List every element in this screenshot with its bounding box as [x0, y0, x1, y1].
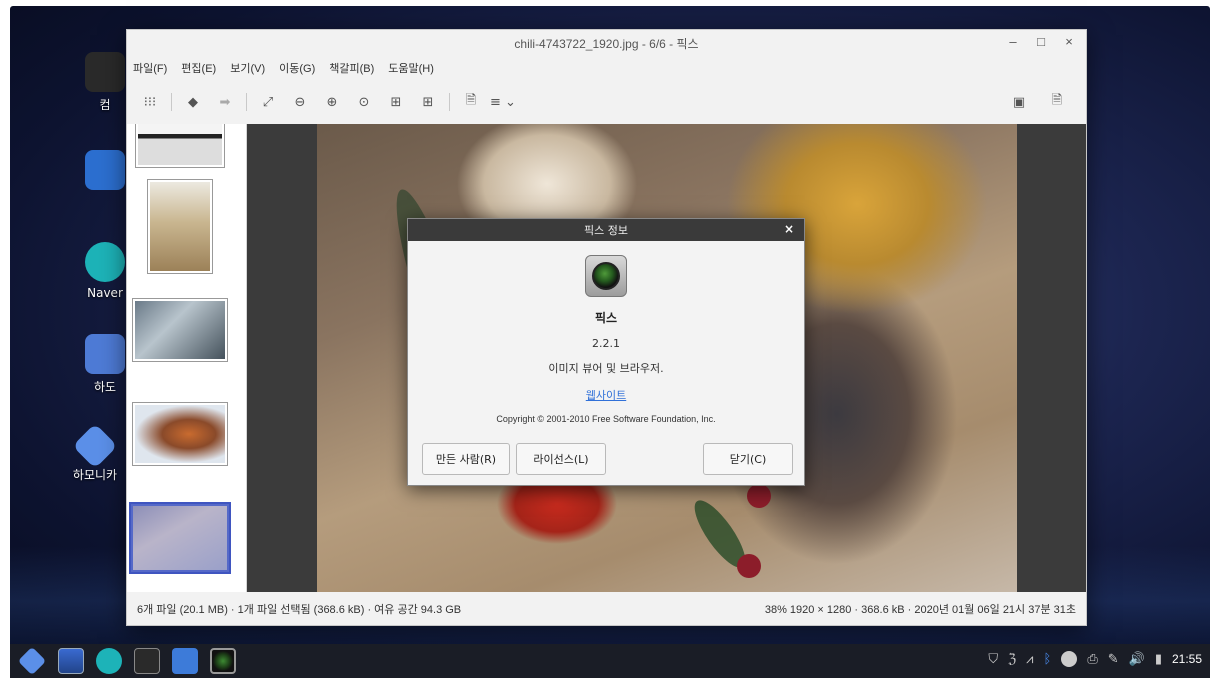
- copyright-text: Copyright © 2001-2010 Free Software Foun…: [496, 414, 716, 424]
- file-manager-icon[interactable]: [172, 648, 198, 674]
- thumbnail-item-selected[interactable]: [129, 502, 231, 574]
- camera-lens-icon: [592, 262, 620, 290]
- thumbnail-image: [135, 405, 225, 463]
- forward-arrow-icon[interactable]: ➡: [212, 89, 238, 115]
- status-left: 6개 파일 (20.1 MB) · 1개 파일 선택됨 (368.6 kB) ·…: [137, 603, 462, 616]
- naver-whale-icon: [85, 242, 125, 282]
- taskbar: ⛉ ℨ ⩘ ᛒ ⎙ ✎ 🔊 ▮ 21:55: [10, 644, 1210, 678]
- input-method-icon[interactable]: ℨ: [1008, 652, 1016, 667]
- network-icon[interactable]: ⩘: [1026, 652, 1033, 667]
- thumbnail-pane[interactable]: [127, 124, 247, 592]
- start-menu-icon[interactable]: [17, 646, 47, 676]
- image-info-icon[interactable]: 🗎: [458, 89, 484, 115]
- status-right: 38% 1920 × 1280 · 368.6 kB · 2020년 01월 0…: [764, 603, 1076, 616]
- menu-go[interactable]: 이동(G): [279, 60, 315, 76]
- system-tray: ⛉ ℨ ⩘ ᛒ ⎙ ✎ 🔊 ▮ 21:55: [988, 651, 1202, 667]
- close-button[interactable]: ×: [1062, 34, 1076, 50]
- terminal-icon[interactable]: [134, 648, 160, 674]
- app-camera-icon: [585, 255, 627, 297]
- menu-file[interactable]: 파일(F): [133, 60, 167, 76]
- document-icon[interactable]: 🗎: [1044, 89, 1070, 115]
- thumbnail-image: [133, 506, 227, 570]
- fullscreen-icon[interactable]: ⤢: [255, 89, 281, 115]
- clock[interactable]: 21:55: [1172, 652, 1202, 666]
- menu-more-icon[interactable]: ≡ ⌄: [490, 89, 516, 115]
- zoom-out-icon[interactable]: ⊖: [287, 89, 313, 115]
- browser-mode-icon[interactable]: ⁝⁝⁝: [137, 89, 163, 115]
- shield-icon[interactable]: ⛉: [988, 652, 998, 667]
- battery-icon[interactable]: ▮: [1155, 652, 1162, 667]
- pen-icon[interactable]: ✎: [1108, 652, 1119, 667]
- about-dialog: 픽스 정보 × 픽스 2.2.1 이미지 뷰어 및 브라우저. 웹사이트 Cop…: [407, 218, 805, 486]
- window-controls: – □ ×: [1006, 34, 1076, 50]
- dialog-close-icon[interactable]: ×: [784, 222, 794, 236]
- app-description: 이미지 뷰어 및 브라우저.: [548, 362, 664, 375]
- thumbnail-item[interactable]: [135, 124, 225, 168]
- zoom-fit-icon[interactable]: ⊙: [351, 89, 377, 115]
- home-folder-icon: [85, 150, 125, 190]
- app-version: 2.2.1: [592, 337, 620, 350]
- thumbnail-item[interactable]: [147, 179, 213, 274]
- zoom-100-icon[interactable]: ⊞: [383, 89, 409, 115]
- computer-icon: [85, 52, 125, 92]
- close-dialog-button[interactable]: 닫기(C): [703, 443, 793, 475]
- dialog-titlebar[interactable]: 픽스 정보 ×: [408, 219, 804, 241]
- bluetooth-icon[interactable]: ᛒ: [1044, 652, 1052, 667]
- toolbar-separator: [449, 93, 450, 111]
- thumbnail-item[interactable]: [132, 298, 228, 362]
- image-viewer-icon[interactable]: ▣: [1006, 89, 1032, 115]
- window-titlebar[interactable]: chili-4743722_1920.jpg - 6/6 - 픽스 – □ ×: [127, 30, 1086, 56]
- menubar: 파일(F) 편집(E) 보기(V) 이동(G) 책갈피(B) 도움말(H): [127, 56, 1086, 80]
- license-button[interactable]: 라이선스(L): [516, 443, 606, 475]
- thumbnail-item[interactable]: [132, 402, 228, 466]
- back-arrow-icon[interactable]: ◆: [180, 89, 206, 115]
- toolbar: ⁝⁝⁝ ◆ ➡ ⤢ ⊖ ⊕ ⊙ ⊞ ⊞ 🗎 ≡ ⌄ ▣ 🗎: [127, 80, 1086, 124]
- window-title: chili-4743722_1920.jpg - 6/6 - 픽스: [514, 36, 699, 51]
- photo-berry: [737, 554, 761, 578]
- image-viewer-task-icon[interactable]: [210, 648, 236, 674]
- harmonica-icon: [72, 423, 118, 469]
- minimize-button[interactable]: –: [1006, 34, 1020, 50]
- show-desktop-icon[interactable]: [58, 648, 84, 674]
- maximize-button[interactable]: □: [1034, 34, 1048, 50]
- status-bar: 6개 파일 (20.1 MB) · 1개 파일 선택됨 (368.6 kB) ·…: [127, 592, 1086, 625]
- menu-view[interactable]: 보기(V): [230, 60, 265, 76]
- thumbnail-image: [138, 124, 222, 165]
- thumbnail-image: [150, 182, 210, 271]
- notification-icon[interactable]: [1061, 651, 1078, 667]
- website-link[interactable]: 웹사이트: [408, 387, 804, 403]
- menu-help[interactable]: 도움말(H): [388, 60, 434, 76]
- menu-edit[interactable]: 편집(E): [181, 60, 216, 76]
- toolbar-separator: [246, 93, 247, 111]
- toolbar-right: ▣ 🗎: [1006, 89, 1076, 115]
- zoom-in-icon[interactable]: ⊕: [319, 89, 345, 115]
- photo-berry: [747, 484, 771, 508]
- credits-button[interactable]: 만든 사람(R): [422, 443, 510, 475]
- naver-whale-icon[interactable]: [96, 648, 122, 674]
- menu-bookmarks[interactable]: 책갈피(B): [329, 60, 374, 76]
- hado-icon: [85, 334, 125, 374]
- thumbnail-image: [135, 301, 225, 359]
- printer-icon[interactable]: ⎙: [1087, 652, 1097, 667]
- app-name: 픽스: [594, 311, 618, 325]
- dialog-title: 픽스 정보: [584, 224, 628, 237]
- zoom-fill-icon[interactable]: ⊞: [415, 89, 441, 115]
- volume-icon[interactable]: 🔊: [1129, 652, 1145, 667]
- toolbar-separator: [171, 93, 172, 111]
